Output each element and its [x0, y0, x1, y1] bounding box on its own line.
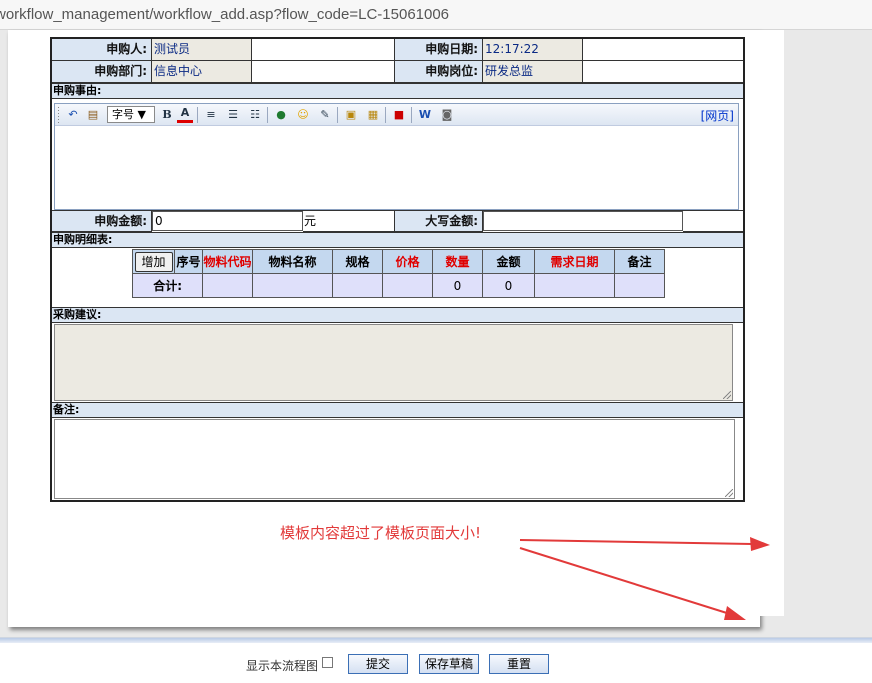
arrow-right-line	[519, 539, 753, 545]
reset-button[interactable]: 重置	[489, 654, 549, 674]
show-flow-checkbox[interactable]	[322, 657, 333, 668]
show-flow-label: 显示本流程图	[246, 659, 319, 673]
annotation-arrows	[519, 537, 770, 620]
bottom-action-bar: 显示本流程图 提交 保存草稿 重置	[0, 637, 872, 683]
save-draft-button[interactable]: 保存草稿	[419, 654, 479, 674]
arrow-right-head	[750, 537, 770, 551]
bottom-divider	[0, 638, 872, 643]
submit-button[interactable]: 提交	[348, 654, 408, 674]
arrow-down-head	[724, 606, 746, 620]
arrow-down-line	[519, 547, 731, 615]
